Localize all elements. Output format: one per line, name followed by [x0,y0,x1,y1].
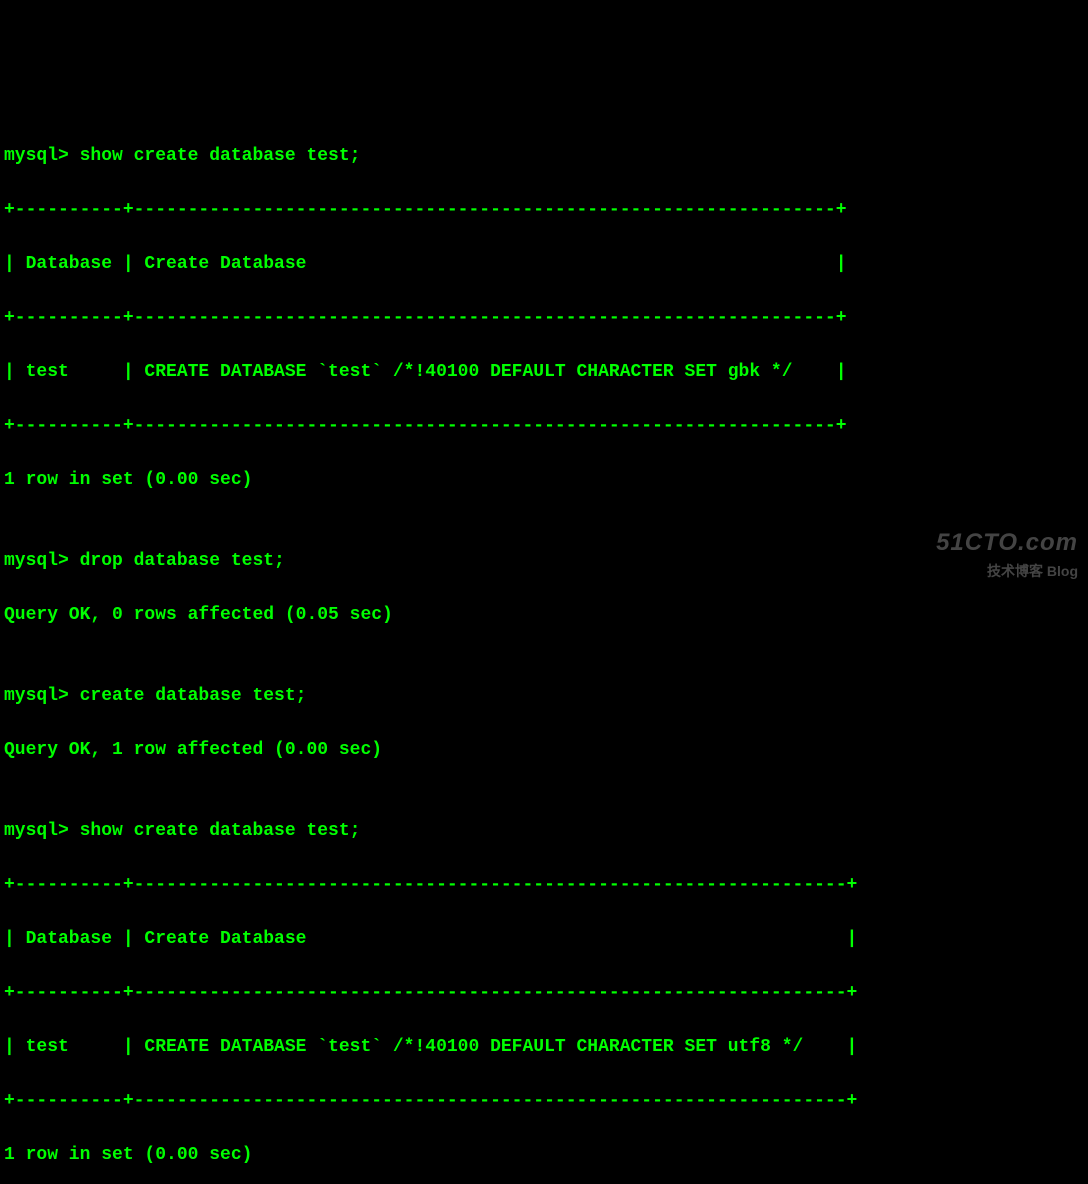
table-border: +----------+----------------------------… [4,197,1084,224]
table-border: +----------+----------------------------… [4,413,1084,440]
table-border: +----------+----------------------------… [4,980,1084,1007]
table-header: | Database | Create Database | [4,251,1084,278]
query-result: Query OK, 1 row affected (0.00 sec) [4,737,1084,764]
table-header: | Database | Create Database | [4,926,1084,953]
table-row: | test | CREATE DATABASE `test` /*!40100… [4,1034,1084,1061]
table-border: +----------+----------------------------… [4,305,1084,332]
mysql-terminal[interactable]: mysql> show create database test; +-----… [4,116,1084,1184]
table-row: | test | CREATE DATABASE `test` /*!40100… [4,359,1084,386]
prompt-line: mysql> show create database test; [4,818,1084,845]
query-result: Query OK, 0 rows affected (0.05 sec) [4,602,1084,629]
result-footer: 1 row in set (0.00 sec) [4,1142,1084,1169]
table-border: +----------+----------------------------… [4,1088,1084,1115]
watermark-subtitle: 技术博客 Blog [936,561,1078,582]
prompt-line: mysql> show create database test; [4,143,1084,170]
table-border: +----------+----------------------------… [4,872,1084,899]
watermark-logo: 51CTO.com [936,525,1078,561]
prompt-line: mysql> create database test; [4,683,1084,710]
prompt-line: mysql> drop database test; [4,548,1084,575]
result-footer: 1 row in set (0.00 sec) [4,467,1084,494]
watermark: 51CTO.com 技术博客 Blog [936,525,1078,582]
